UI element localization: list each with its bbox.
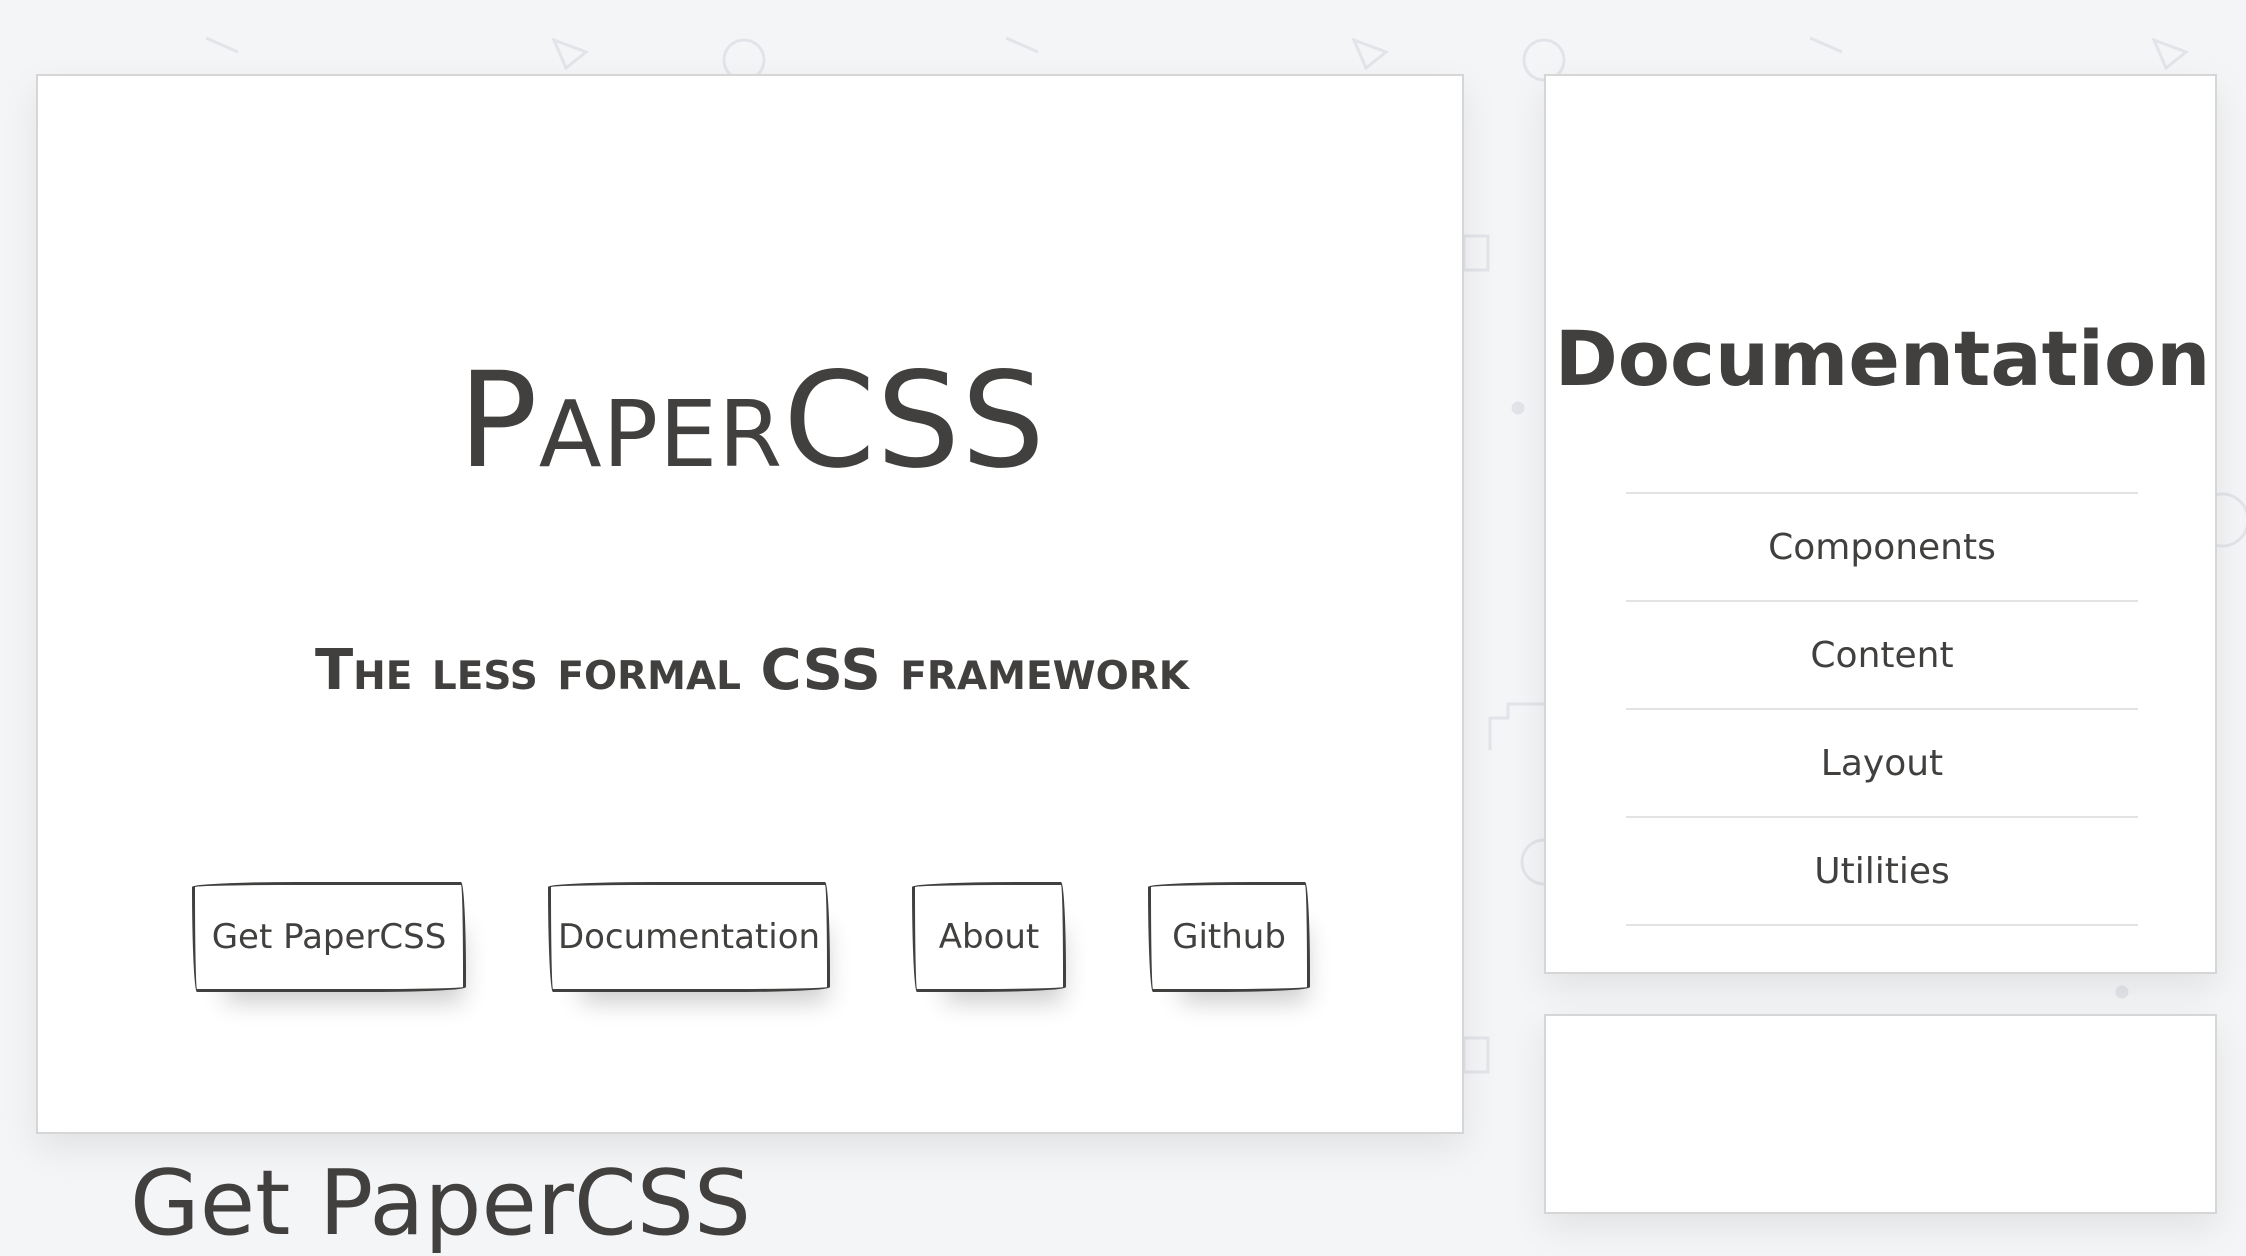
get-papercss-heading: Get PaperCSS <box>130 1151 751 1256</box>
hero-subtitle: The less formal CSS framework <box>314 638 1190 703</box>
hero-button-row: Get PaperCSS Documentation About Github <box>38 882 1466 994</box>
get-papercss-button[interactable]: Get PaperCSS <box>192 882 466 992</box>
secondary-sidebar-card <box>1544 1014 2217 1214</box>
sidebar-item-components[interactable]: Components <box>1626 494 2138 602</box>
github-button[interactable]: Github <box>1148 882 1310 992</box>
about-button[interactable]: About <box>912 882 1066 992</box>
hero-title: PaperCSS <box>458 344 1046 498</box>
sidebar-item-utilities[interactable]: Utilities <box>1626 818 2138 926</box>
sidebar-item-layout[interactable]: Layout <box>1626 710 2138 818</box>
sidebar-nav-list: Components Content Layout Utilities <box>1626 492 2138 926</box>
documentation-sidebar-card: Documentation Components Content Layout … <box>1544 74 2217 974</box>
sidebar-title: Documentation <box>1554 314 2211 403</box>
hero-card: PaperCSS The less formal CSS framework G… <box>36 74 1466 1254</box>
documentation-button[interactable]: Documentation <box>548 882 830 992</box>
sidebar-item-content[interactable]: Content <box>1626 602 2138 710</box>
